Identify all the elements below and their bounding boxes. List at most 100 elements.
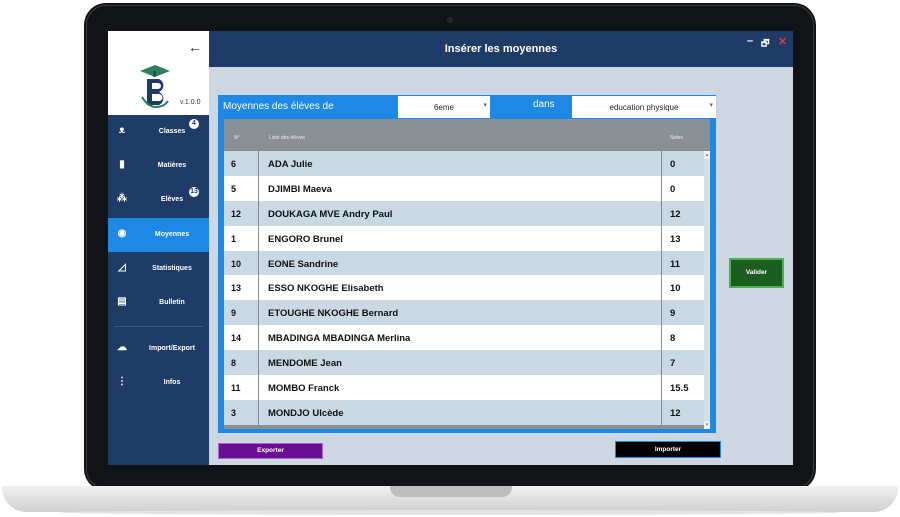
column-header-name: Liste des élèves	[269, 135, 305, 141]
cell-no: 13	[224, 275, 258, 301]
minimize-icon[interactable]: –	[747, 35, 753, 47]
sidebar-item-infos[interactable]: ⋮ Infos	[108, 366, 209, 400]
cell-note[interactable]: 0	[662, 151, 704, 176]
cell-name: ETOUGHE NKOGHE Bernard	[258, 300, 662, 326]
cell-note[interactable]: 13	[662, 225, 704, 251]
cell-no: 6	[224, 151, 258, 176]
validate-button[interactable]: Valider	[729, 258, 784, 288]
subject-select[interactable]: education physique ▾	[572, 96, 716, 118]
cell-name: MBADINGA MBADINGA Merlina	[258, 325, 662, 351]
version-label: v.1.0.0	[180, 99, 201, 106]
cell-no: 14	[224, 325, 258, 351]
sidebar-divider	[114, 326, 203, 327]
scroll-down-icon[interactable]: ▾	[704, 421, 710, 429]
sidebar-item-eleves[interactable]: ⁂ Elèves 13	[108, 183, 209, 217]
sidebar-item-classes[interactable]: ᴥ Classes 4	[108, 115, 209, 149]
laptop-shadow	[60, 510, 840, 515]
chart-icon: ◿	[118, 262, 126, 273]
table-scrollbar[interactable]: ▴ ▾	[704, 151, 710, 429]
sidebar-item-import-export[interactable]: ☁ Import/Export	[108, 332, 209, 366]
cell-note[interactable]: 12	[662, 200, 704, 226]
table-header: N° Liste des élèves Notes	[224, 119, 710, 151]
table-row[interactable]: 13 ESSO NKOGHE Elisabeth 10	[224, 275, 704, 301]
cell-name: DJIMBI Maeva	[258, 175, 662, 201]
cell-no: 9	[224, 300, 258, 326]
cell-no: 3	[224, 399, 258, 425]
import-button[interactable]: Importer	[615, 441, 721, 458]
more-vertical-icon: ⋮	[117, 376, 127, 387]
document-icon: ▤	[117, 296, 127, 307]
table-body: 6 ADA Julie 0 5 DJIMBI Maeva 0 12 DOUKAG…	[224, 151, 704, 429]
cell-note[interactable]: 10	[662, 275, 704, 301]
table-row[interactable]: 5 DJIMBI Maeva 0	[224, 175, 704, 201]
cell-no: 12	[224, 200, 258, 226]
logo-area: ← v.1.0.0	[108, 31, 209, 115]
cell-no: 5	[224, 175, 258, 201]
cell-note[interactable]: 12	[662, 399, 704, 425]
cell-name: ENGORO Brunel	[258, 225, 662, 251]
cell-note[interactable]: 0	[662, 175, 704, 201]
filter-bar: Moyennes des élèves de 6eme ▾ dans educa…	[218, 95, 716, 119]
sidebar-item-label: Classes	[158, 128, 186, 135]
sidebar-item-bulletin[interactable]: ▤ Bulletin	[108, 286, 209, 320]
table-row[interactable]: 6 ADA Julie 0	[224, 151, 704, 176]
cell-name: ESSO NKOGHE Elisabeth	[258, 275, 662, 301]
sidebar-item-label: Matières	[157, 162, 187, 169]
column-header-notes: Notes	[670, 135, 684, 141]
chevron-down-icon: ▾	[483, 102, 487, 109]
sidebar-item-label: Elèves	[160, 196, 184, 203]
page-title: Insérer les moyennes	[444, 43, 558, 55]
table-row[interactable]: 1 ENGORO Brunel 13	[224, 225, 704, 251]
sidebar-item-label: Moyennes	[154, 231, 190, 238]
dans-label: dans	[533, 99, 555, 110]
close-icon[interactable]: ✕	[778, 35, 787, 48]
cell-note[interactable]: 8	[662, 325, 704, 351]
laptop-mockup: ← v.1.0.0 ᴥ Classes 4 ▮ Matières ⁂ Elève…	[0, 0, 900, 517]
grades-table: N° Liste des élèves Notes 6 ADA Julie 0 …	[224, 119, 710, 429]
cell-name: MONDJO Ulcède	[258, 399, 662, 425]
cell-note[interactable]: 7	[662, 350, 704, 376]
table-row[interactable]: 8 MENDOME Jean 7	[224, 350, 704, 376]
title-bar: Insérer les moyennes – 🗗 ✕	[209, 31, 793, 67]
sidebar: ← v.1.0.0 ᴥ Classes 4 ▮ Matières ⁂ Elève…	[108, 31, 209, 465]
sidebar-item-label: Statistiques	[152, 265, 192, 272]
arrow-left-icon[interactable]: ←	[188, 39, 202, 55]
sidebar-item-matieres[interactable]: ▮ Matières	[108, 149, 209, 183]
laptop-notch	[390, 486, 512, 497]
count-badge: 4	[189, 119, 199, 129]
cell-name: MOMBO Franck	[258, 375, 662, 400]
filter-label: Moyennes des élèves de	[223, 101, 334, 112]
cell-no: 1	[224, 225, 258, 251]
cell-name: DOUKAGA MVE Andry Paul	[258, 200, 662, 226]
chevron-down-icon: ▾	[709, 102, 713, 109]
subject-select-value: education physique	[609, 103, 679, 112]
scroll-up-icon[interactable]: ▴	[704, 151, 710, 159]
cell-name: MENDOME Jean	[258, 350, 662, 376]
table-row[interactable]: 9 ETOUGHE NKOGHE Bernard 9	[224, 300, 704, 326]
table-row[interactable]: 3 MONDJO Ulcède 12	[224, 399, 704, 425]
cell-no: 10	[224, 250, 258, 276]
cell-no: 8	[224, 350, 258, 376]
restore-icon[interactable]: 🗗	[761, 36, 769, 52]
people-icon: ᴥ	[118, 125, 126, 136]
book-icon: ▮	[119, 159, 125, 170]
sidebar-item-statistiques[interactable]: ◿ Statistiques	[108, 252, 209, 286]
cell-note[interactable]: 15.5	[662, 375, 704, 400]
sidebar-item-moyennes[interactable]: ◉ Moyennes	[108, 218, 209, 252]
camera-dot	[447, 17, 453, 23]
grades-panel: N° Liste des élèves Notes 6 ADA Julie 0 …	[218, 119, 716, 433]
cell-note[interactable]: 9	[662, 300, 704, 326]
column-header-no: N°	[234, 135, 240, 141]
table-row[interactable]: 11 MOMBO Franck 15.5	[224, 375, 704, 400]
export-button[interactable]: Exporter	[218, 443, 323, 459]
group-icon: ⁂	[117, 193, 127, 204]
class-select-value: 6eme	[433, 103, 454, 112]
cloud-icon: ☁	[117, 342, 127, 353]
count-badge: 13	[189, 187, 199, 197]
table-row[interactable]: 10 EONE Sandrine 11	[224, 250, 704, 276]
table-row[interactable]: 12 DOUKAGA MVE Andry Paul 12	[224, 200, 704, 226]
moyennes-icon: ◉	[117, 228, 127, 239]
table-row[interactable]: 14 MBADINGA MBADINGA Merlina 8	[224, 325, 704, 351]
cell-note[interactable]: 11	[662, 250, 704, 276]
class-select[interactable]: 6eme ▾	[398, 96, 490, 118]
